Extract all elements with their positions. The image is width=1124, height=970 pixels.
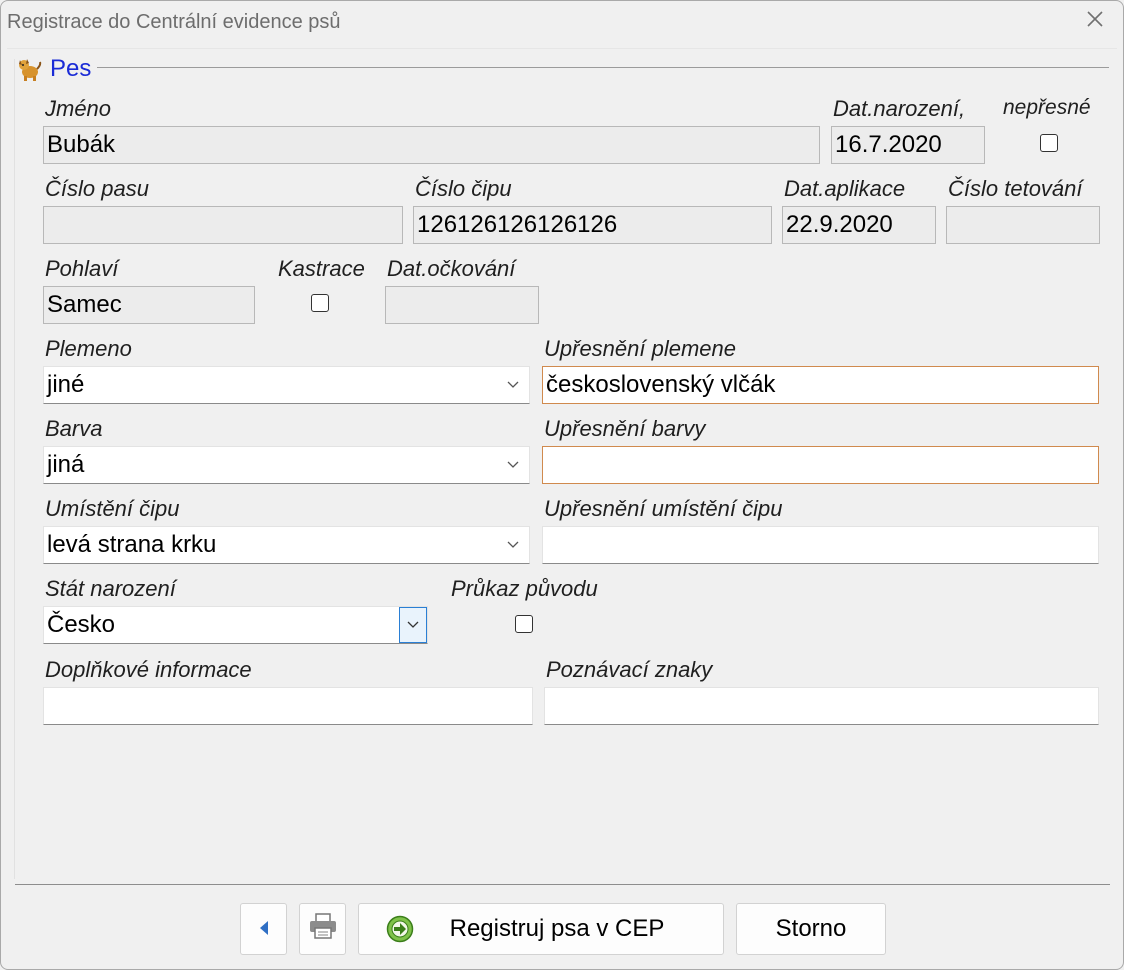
castration-checkbox[interactable] bbox=[311, 294, 329, 312]
tattoo-number-field[interactable] bbox=[946, 206, 1100, 244]
label-doplnkove-informace: Doplňkové informace bbox=[45, 657, 252, 682]
distinguishing-marks-field[interactable] bbox=[544, 687, 1099, 725]
chevron-down-icon bbox=[503, 527, 523, 563]
chip-location-select[interactable]: levá strana krku bbox=[43, 526, 530, 564]
pedigree-checkbox[interactable] bbox=[515, 615, 533, 633]
label-pohlavi: Pohlaví bbox=[45, 256, 119, 281]
chip-number-field[interactable]: 126126126126126 bbox=[413, 206, 772, 244]
group-line bbox=[97, 67, 1109, 68]
close-icon[interactable] bbox=[1081, 7, 1109, 35]
dialog-window: Registrace do Centrální evidence psů Pes… bbox=[0, 0, 1124, 970]
cancel-button-label: Storno bbox=[775, 915, 847, 942]
label-dat-ockovani: Dat.očkování bbox=[387, 256, 516, 281]
label-stat-narozeni: Stát narození bbox=[45, 576, 176, 601]
breed-detail-field[interactable]: československý vlčák bbox=[542, 366, 1099, 404]
label-dat-aplikace: Dat.aplikace bbox=[784, 176, 906, 201]
application-date-field[interactable]: 22.9.2020 bbox=[782, 206, 936, 244]
register-button-label: Registruj psa v CEP bbox=[449, 915, 665, 942]
name-field[interactable]: Bubák bbox=[43, 126, 820, 164]
label-umisteni-cipu: Umístění čipu bbox=[45, 496, 180, 521]
footer-separator bbox=[15, 884, 1110, 885]
printer-icon bbox=[308, 912, 338, 947]
label-barva: Barva bbox=[45, 416, 103, 441]
label-poznavaci-znaky: Poznávací znaky bbox=[546, 657, 713, 682]
chevron-down-icon bbox=[503, 367, 523, 403]
back-arrow-icon bbox=[258, 915, 270, 943]
vaccination-date-field[interactable] bbox=[385, 286, 539, 324]
label-upresneni-barvy: Upřesnění barvy bbox=[544, 416, 706, 441]
color-select[interactable]: jiná bbox=[43, 446, 530, 484]
print-button[interactable] bbox=[299, 903, 346, 955]
divider bbox=[7, 48, 1117, 49]
birth-country-value: Česko bbox=[47, 611, 116, 638]
passport-number-field[interactable] bbox=[43, 206, 403, 244]
register-button[interactable]: Registruj psa v CEP bbox=[358, 903, 724, 955]
label-cislo-pasu: Číslo pasu bbox=[45, 176, 149, 201]
breed-select[interactable]: jiné bbox=[43, 366, 530, 404]
chevron-down-icon bbox=[503, 447, 523, 483]
breed-select-value: jiné bbox=[47, 371, 85, 398]
label-plemeno: Plemeno bbox=[45, 336, 132, 361]
go-arrow-icon bbox=[386, 915, 414, 943]
label-jmeno: Jméno bbox=[45, 96, 112, 121]
dog-icon bbox=[16, 56, 42, 82]
birth-country-select[interactable]: Česko bbox=[43, 606, 428, 644]
birth-date-field[interactable]: 16.7.2020 bbox=[831, 126, 985, 164]
title-bar: Registrace do Centrální evidence psů bbox=[1, 1, 1123, 45]
back-button[interactable] bbox=[240, 903, 287, 955]
cancel-button[interactable]: Storno bbox=[736, 903, 886, 955]
label-kastrace: Kastrace bbox=[278, 256, 365, 281]
color-select-value: jiná bbox=[47, 451, 85, 478]
group-title: Pes bbox=[50, 55, 92, 82]
label-cislo-tetovani: Číslo tetování bbox=[948, 176, 1083, 201]
label-dat-narozeni: Dat.narození, bbox=[833, 96, 966, 121]
label-prukaz-puvodu: Průkaz původu bbox=[451, 576, 598, 601]
group-border bbox=[14, 59, 15, 879]
chip-location-detail-field[interactable] bbox=[542, 526, 1099, 564]
label-upresneni-plemene: Upřesnění plemene bbox=[544, 336, 737, 361]
label-cislo-cipu: Číslo čipu bbox=[415, 176, 512, 201]
chip-location-value: levá strana krku bbox=[47, 531, 217, 558]
sex-field[interactable]: Samec bbox=[43, 286, 255, 324]
chevron-down-icon[interactable] bbox=[399, 607, 427, 643]
color-detail-field[interactable] bbox=[542, 446, 1099, 484]
window-title: Registrace do Centrální evidence psů bbox=[7, 11, 341, 33]
label-upresneni-umisteni-cipu: Upřesnění umístění čipu bbox=[544, 496, 783, 521]
imprecise-checkbox[interactable] bbox=[1040, 134, 1058, 152]
label-nepresne: nepřesné bbox=[1003, 96, 1091, 119]
additional-info-field[interactable] bbox=[43, 687, 533, 725]
